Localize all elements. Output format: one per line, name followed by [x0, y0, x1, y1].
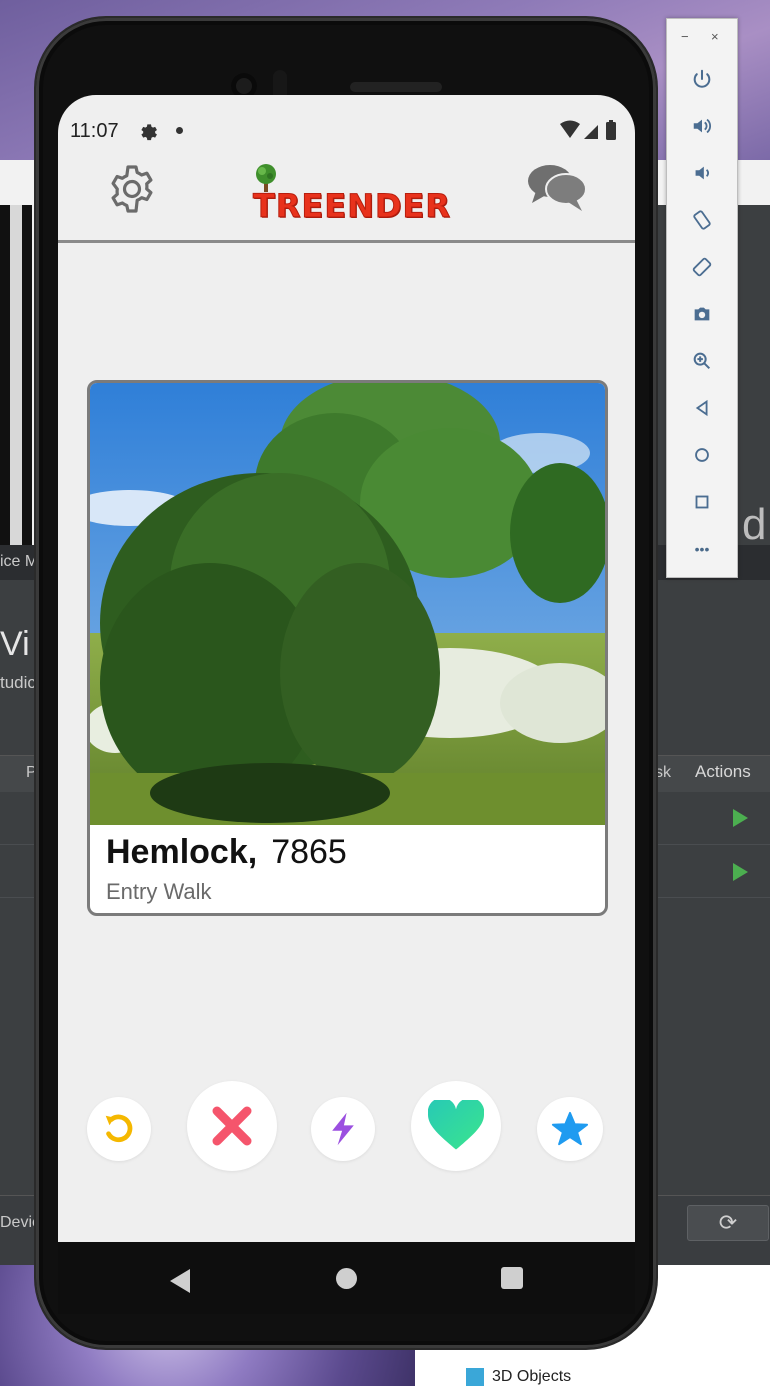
phone-screen: 11:07 TREENDER Hemlock, 7865 Entry Walk — [58, 95, 635, 1313]
refresh-icon: ⟳ — [718, 1210, 738, 1235]
overview-icon[interactable] — [667, 478, 737, 525]
close-button[interactable]: × — [711, 29, 719, 44]
minimize-button[interactable]: − — [681, 29, 689, 44]
boost-button[interactable] — [311, 1097, 375, 1161]
tree-photo — [90, 383, 605, 825]
dislike-icon — [212, 1106, 252, 1146]
battery-icon — [606, 122, 616, 140]
3d-objects-icon — [466, 1368, 484, 1386]
status-time: 11:07 — [70, 120, 119, 142]
like-icon — [428, 1100, 484, 1150]
app-header: TREENDER — [58, 155, 635, 243]
volume-down-icon[interactable] — [667, 149, 737, 196]
nav-home-icon[interactable] — [336, 1268, 357, 1289]
messages-icon[interactable] — [526, 159, 588, 215]
camera-icon[interactable] — [667, 290, 737, 337]
logo-text: TREENDER — [252, 187, 452, 226]
earpiece-speaker — [350, 82, 442, 92]
power-icon[interactable] — [667, 55, 737, 102]
home-icon[interactable] — [667, 431, 737, 478]
super-like-icon — [551, 1111, 589, 1146]
super-like-button[interactable] — [537, 1097, 603, 1161]
ide-qr-panel — [0, 205, 40, 545]
device-label: Devic — [0, 1214, 41, 1231]
emulator-toolbar: − × ••• — [666, 18, 738, 578]
wifi-icon — [560, 120, 580, 138]
table-col-sk: sk — [655, 764, 671, 781]
rotate-right-icon[interactable] — [667, 243, 737, 290]
nav-recents-icon[interactable] — [501, 1267, 523, 1289]
tree-location: Entry Walk — [106, 879, 212, 904]
settings-icon[interactable] — [106, 163, 158, 215]
status-icons — [560, 120, 616, 140]
settings-notification-icon — [141, 124, 157, 141]
zoom-icon[interactable] — [667, 337, 737, 384]
ide-label-left: ice M — [0, 553, 39, 570]
dislike-button[interactable] — [187, 1081, 277, 1171]
tree-number: 7865 — [271, 833, 347, 871]
rotate-left-icon[interactable] — [667, 196, 737, 243]
profile-card[interactable]: Hemlock, 7865 Entry Walk — [87, 380, 608, 916]
treender-logo: TREENDER — [252, 159, 451, 229]
boost-icon — [332, 1112, 354, 1146]
android-nav-bar — [58, 1242, 635, 1314]
like-button[interactable] — [411, 1081, 501, 1171]
ide-right-letter: d — [742, 500, 767, 549]
more-icon[interactable]: ••• — [667, 525, 737, 572]
tree-name: Hemlock, — [106, 833, 258, 871]
back-icon[interactable] — [667, 384, 737, 431]
nav-back-icon[interactable] — [170, 1269, 190, 1293]
notification-dot — [176, 127, 183, 134]
volume-up-icon[interactable] — [667, 102, 737, 149]
refresh-button[interactable]: ⟳ — [687, 1205, 769, 1241]
ide-big-text: Vi — [0, 625, 30, 663]
rewind-button[interactable] — [87, 1097, 151, 1161]
run-play-icon[interactable] — [733, 863, 748, 881]
actions-header: Actions — [695, 762, 751, 781]
ide-small-text: tudic — [0, 673, 36, 692]
signal-icon — [584, 125, 598, 139]
card-title: Hemlock, 7865 — [106, 833, 347, 872]
run-play-icon[interactable] — [733, 809, 748, 827]
explorer-item-3d-objects[interactable]: 3D Objects — [492, 1368, 571, 1386]
rewind-icon — [105, 1114, 133, 1143]
